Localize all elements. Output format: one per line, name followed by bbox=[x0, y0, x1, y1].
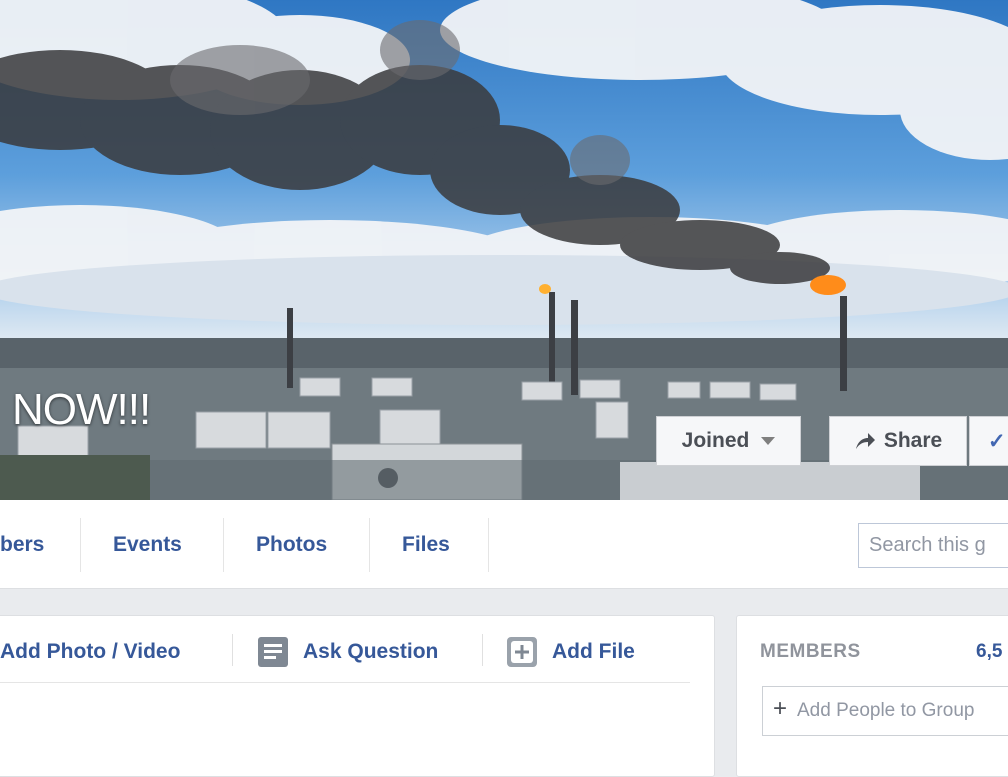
chevron-down-icon bbox=[761, 437, 776, 445]
tab-divider bbox=[369, 518, 370, 572]
members-count[interactable]: 6,5 bbox=[976, 641, 1002, 663]
share-button[interactable]: Share bbox=[829, 416, 967, 466]
group-tab-bar: bers Events Photos Files bbox=[0, 500, 1008, 589]
action-divider bbox=[232, 634, 233, 666]
tab-divider bbox=[488, 518, 489, 572]
share-label: Share bbox=[883, 429, 943, 452]
tab-divider bbox=[223, 518, 224, 572]
group-search-input[interactable] bbox=[858, 523, 1008, 568]
check-icon: ✓ bbox=[988, 429, 1006, 453]
tab-members[interactable]: bers bbox=[0, 520, 44, 570]
notifications-button[interactable]: ✓ bbox=[969, 416, 1008, 466]
tab-files[interactable]: Files bbox=[402, 520, 450, 570]
ask-question-label: Ask Question bbox=[303, 640, 439, 663]
plus-icon: + bbox=[773, 695, 788, 722]
add-file-button[interactable]: Add File bbox=[506, 632, 635, 672]
tab-events[interactable]: Events bbox=[113, 520, 182, 570]
joined-label: Joined bbox=[681, 429, 750, 452]
question-icon bbox=[257, 636, 289, 668]
tab-photos[interactable]: Photos bbox=[256, 520, 327, 570]
tab-divider bbox=[80, 518, 81, 572]
add-people-input[interactable] bbox=[762, 686, 1008, 736]
action-divider bbox=[482, 634, 483, 666]
joined-button[interactable]: Joined bbox=[656, 416, 801, 466]
share-arrow-icon bbox=[855, 433, 875, 449]
add-file-label: Add File bbox=[552, 640, 635, 663]
file-icon bbox=[506, 636, 538, 668]
add-photo-video-label: Add Photo / Video bbox=[0, 640, 181, 663]
add-photo-video-button[interactable]: Add Photo / Video bbox=[0, 632, 180, 672]
ask-question-button[interactable]: Ask Question bbox=[257, 632, 438, 672]
group-title: NOW!!! bbox=[12, 385, 151, 434]
members-heading: MEMBERS bbox=[760, 641, 861, 662]
